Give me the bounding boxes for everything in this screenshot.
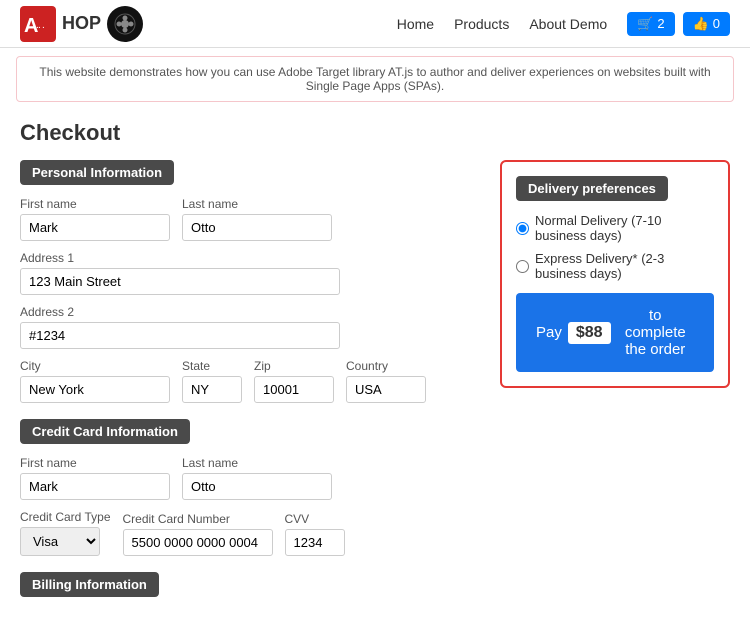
address1-label: Address 1 — [20, 251, 340, 265]
zip-group: Zip — [254, 359, 334, 403]
zip-input[interactable] — [254, 376, 334, 403]
country-label: Country — [346, 359, 426, 373]
cc-number-input[interactable] — [123, 529, 273, 556]
address2-label: Address 2 — [20, 305, 340, 319]
pay-button[interactable]: Pay $88 to complete the order — [516, 293, 714, 372]
cc-name-row: First name Last name — [20, 456, 470, 500]
cc-type-select[interactable]: Visa Mastercard Amex — [20, 527, 100, 556]
circle-icon — [113, 12, 137, 36]
city-label: City — [20, 359, 170, 373]
checkout-layout: Personal Information First name Last nam… — [20, 160, 730, 609]
left-column: Personal Information First name Last nam… — [20, 160, 470, 609]
like-button[interactable]: 👍 0 — [683, 12, 730, 36]
address2-row: Address 2 — [20, 305, 470, 349]
cc-last-name-label: Last name — [182, 456, 332, 470]
cvv-input[interactable] — [285, 529, 345, 556]
svg-text:.: . — [38, 20, 41, 31]
city-input[interactable] — [20, 376, 170, 403]
address1-group: Address 1 — [20, 251, 340, 295]
banner-text: This website demonstrates how you can us… — [39, 65, 710, 93]
cc-last-name-group: Last name — [182, 456, 332, 500]
cart-button[interactable]: 🛒 2 — [627, 12, 674, 36]
info-banner: This website demonstrates how you can us… — [16, 56, 734, 102]
address2-group: Address 2 — [20, 305, 340, 349]
state-label: State — [182, 359, 242, 373]
last-name-input[interactable] — [182, 214, 332, 241]
delivery-option-2-label: Express Delivery* (2-3 business days) — [535, 251, 714, 281]
nav: Home Products About Demo 🛒 2 👍 0 — [397, 12, 730, 36]
nav-about[interactable]: About Demo — [529, 16, 607, 32]
first-name-label: First name — [20, 197, 170, 211]
logo-circle — [107, 6, 143, 42]
cc-number-label: Credit Card Number — [123, 512, 273, 526]
delivery-option-1: Normal Delivery (7-10 business days) — [516, 213, 714, 243]
billing-section: Billing Information — [20, 572, 470, 609]
country-input[interactable] — [346, 376, 426, 403]
last-name-group: Last name — [182, 197, 332, 241]
cc-number-group: Credit Card Number — [123, 512, 273, 556]
pay-amount: $88 — [568, 322, 611, 344]
city-group: City — [20, 359, 170, 403]
zip-label: Zip — [254, 359, 334, 373]
country-group: Country — [346, 359, 426, 403]
nav-icons: 🛒 2 👍 0 — [627, 12, 730, 36]
logo-icon: A . . . — [20, 6, 56, 42]
cc-first-name-input[interactable] — [20, 473, 170, 500]
delivery-header: Delivery preferences — [516, 176, 668, 201]
like-count: 0 — [713, 16, 720, 31]
personal-info-header: Personal Information — [20, 160, 174, 185]
cc-type-label: Credit Card Type — [20, 510, 111, 524]
cc-type-group: Credit Card Type Visa Mastercard Amex — [20, 510, 111, 556]
cc-first-name-group: First name — [20, 456, 170, 500]
logo: A . . . HOP — [20, 6, 143, 42]
last-name-label: Last name — [182, 197, 332, 211]
right-column: Delivery preferences Normal Delivery (7-… — [500, 160, 730, 609]
name-row: First name Last name — [20, 197, 470, 241]
first-name-input[interactable] — [20, 214, 170, 241]
cc-first-name-label: First name — [20, 456, 170, 470]
cc-last-name-input[interactable] — [182, 473, 332, 500]
credit-card-section: Credit Card Information First name Last … — [20, 419, 470, 556]
state-group: State — [182, 359, 242, 403]
delivery-radio-1[interactable] — [516, 222, 529, 235]
first-name-group: First name — [20, 197, 170, 241]
city-state-row: City State Zip Country — [20, 359, 470, 403]
pay-prefix: Pay — [536, 324, 562, 341]
address1-input[interactable] — [20, 268, 340, 295]
billing-header: Billing Information — [20, 572, 159, 597]
address2-input[interactable] — [20, 322, 340, 349]
cvv-group: CVV — [285, 512, 345, 556]
address1-row: Address 1 — [20, 251, 470, 295]
pay-suffix: to complete the order — [617, 307, 694, 358]
delivery-option-1-label: Normal Delivery (7-10 business days) — [535, 213, 714, 243]
cc-details-row: Credit Card Type Visa Mastercard Amex Cr… — [20, 510, 470, 556]
header: A . . . HOP Home Products About Demo 🛒 2 — [0, 0, 750, 48]
delivery-radio-2[interactable] — [516, 260, 529, 273]
state-input[interactable] — [182, 376, 242, 403]
logo-text: HOP — [62, 13, 101, 34]
svg-text:.: . — [42, 20, 45, 31]
delivery-option-2: Express Delivery* (2-3 business days) — [516, 251, 714, 281]
checkout-title: Checkout — [20, 120, 730, 146]
credit-card-header: Credit Card Information — [20, 419, 190, 444]
main-content: Checkout Personal Information First name… — [0, 110, 750, 619]
nav-products[interactable]: Products — [454, 16, 509, 32]
cart-count: 2 — [657, 16, 664, 31]
nav-home[interactable]: Home — [397, 16, 434, 32]
cvv-label: CVV — [285, 512, 345, 526]
delivery-box: Delivery preferences Normal Delivery (7-… — [500, 160, 730, 388]
